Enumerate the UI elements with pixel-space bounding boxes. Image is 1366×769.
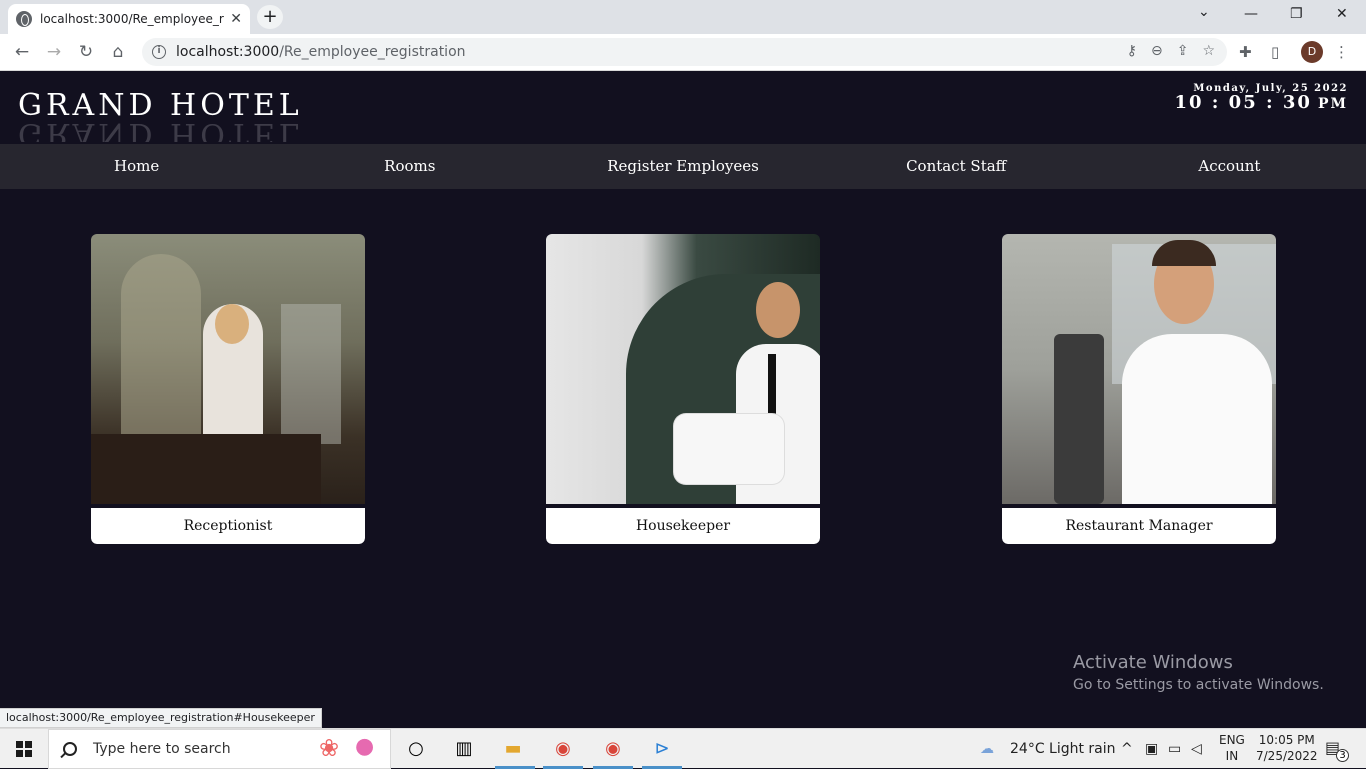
side-panel-icon[interactable]: ▯: [1271, 43, 1279, 61]
info-icon[interactable]: i: [152, 45, 166, 59]
coral-icon: ❀: [319, 734, 340, 762]
home-icon[interactable]: ⌂: [107, 42, 129, 62]
card-housekeeper[interactable]: Housekeeper: [546, 234, 820, 544]
new-tab-button[interactable]: +: [257, 5, 283, 29]
fish-icon: ●: [355, 734, 375, 759]
notification-count: 3: [1336, 749, 1349, 762]
browser-toolbar: ← → ↻ ⌂ i localhost:3000/Re_employee_reg…: [0, 34, 1366, 71]
tab-close-icon[interactable]: ✕: [230, 11, 242, 27]
search-icon: [63, 742, 77, 756]
card-receptionist[interactable]: Receptionist: [91, 234, 365, 544]
menu-icon[interactable]: ⋮: [1334, 43, 1349, 61]
zoom-icon[interactable]: ⊖: [1151, 43, 1163, 59]
receptionist-photo: [91, 234, 365, 504]
nav-rooms[interactable]: Rooms: [273, 144, 546, 189]
site-header: GRAND HOTEL GRAND HOTEL Monday, July, 25…: [0, 71, 1366, 144]
card-restaurant-manager[interactable]: Restaurant Manager: [1002, 234, 1276, 544]
browser-tab-bar: localhost:3000/Re_employee_reg ✕ + ⌄ — ❐…: [0, 0, 1366, 34]
task-view-icon[interactable]: ▥: [451, 737, 477, 761]
network-icon[interactable]: ▣: [1145, 741, 1158, 757]
nav-register-employees[interactable]: Register Employees: [546, 144, 819, 189]
address-bar[interactable]: i localhost:3000/Re_employee_registratio…: [142, 38, 1227, 66]
language-indicator[interactable]: ENG IN: [1219, 732, 1245, 764]
weather-icon: ☁: [980, 741, 994, 757]
page: GRAND HOTEL GRAND HOTEL Monday, July, 25…: [0, 71, 1366, 728]
chef-photo: [1002, 234, 1276, 504]
status-link-preview: localhost:3000/Re_employee_registration#…: [0, 708, 322, 728]
vscode-icon[interactable]: ⊳: [649, 737, 675, 761]
url-text: localhost:3000/Re_employee_registration: [176, 44, 466, 60]
chrome-icon[interactable]: ◉: [550, 737, 576, 761]
browser-tab[interactable]: localhost:3000/Re_employee_reg ✕: [8, 4, 250, 34]
nav-home[interactable]: Home: [0, 144, 273, 189]
minimize-button[interactable]: —: [1244, 6, 1258, 22]
search-placeholder: Type here to search: [93, 741, 231, 757]
weather-text[interactable]: 24°C Light rain: [1010, 741, 1116, 757]
windows-start-icon[interactable]: [16, 741, 32, 757]
globe-icon: [16, 11, 32, 27]
nav-contact-staff[interactable]: Contact Staff: [820, 144, 1093, 189]
volume-icon[interactable]: ◁: [1191, 741, 1202, 757]
forward-arrow-icon[interactable]: →: [43, 42, 65, 62]
header-clock: Monday, July, 25 2022 10 : 05 : 30 PM: [1174, 83, 1348, 113]
chrome-profile-icon[interactable]: ◉: [600, 737, 626, 761]
housekeeper-photo: [546, 234, 820, 504]
taskbar-clock[interactable]: 10:05 PM 7/25/2022: [1256, 732, 1318, 764]
share-icon[interactable]: ⇪: [1177, 43, 1189, 59]
extensions-icon[interactable]: ✚: [1239, 43, 1252, 61]
file-explorer-icon[interactable]: ▬: [500, 737, 526, 761]
restore-button[interactable]: ❐: [1290, 6, 1303, 22]
omnibox-icons: ⚷ ⊖ ⇪ ☆: [1127, 43, 1215, 59]
chevron-up-icon[interactable]: ^: [1121, 741, 1133, 757]
brand-reflection: GRAND HOTEL: [18, 118, 303, 142]
cortana-icon[interactable]: ○: [403, 737, 429, 761]
nav-account[interactable]: Account: [1093, 144, 1366, 189]
tab-title: localhost:3000/Re_employee_reg: [40, 12, 225, 26]
clock-time: 10 : 05 : 30 PM: [1174, 92, 1348, 113]
star-icon[interactable]: ☆: [1202, 43, 1215, 59]
reload-icon[interactable]: ↻: [75, 42, 97, 62]
key-icon[interactable]: ⚷: [1127, 43, 1137, 59]
battery-icon[interactable]: ▭: [1168, 741, 1181, 757]
card-label: Housekeeper: [546, 508, 820, 544]
main-nav: Home Rooms Register Employees Contact St…: [0, 144, 1366, 189]
taskbar-search[interactable]: Type here to search ❀ ●: [48, 729, 391, 769]
profile-avatar[interactable]: D: [1301, 41, 1323, 63]
windows-taskbar: Type here to search ❀ ● ○ ▥ ▬ ◉ ◉ ⊳ ☁ 24…: [0, 728, 1366, 769]
card-label: Restaurant Manager: [1002, 508, 1276, 544]
chevron-down-icon[interactable]: ⌄: [1198, 4, 1210, 20]
close-window-button[interactable]: ✕: [1336, 6, 1348, 22]
activate-windows-watermark: Activate Windows Go to Settings to activ…: [1073, 652, 1324, 693]
back-arrow-icon[interactable]: ←: [11, 42, 33, 62]
card-label: Receptionist: [91, 508, 365, 544]
